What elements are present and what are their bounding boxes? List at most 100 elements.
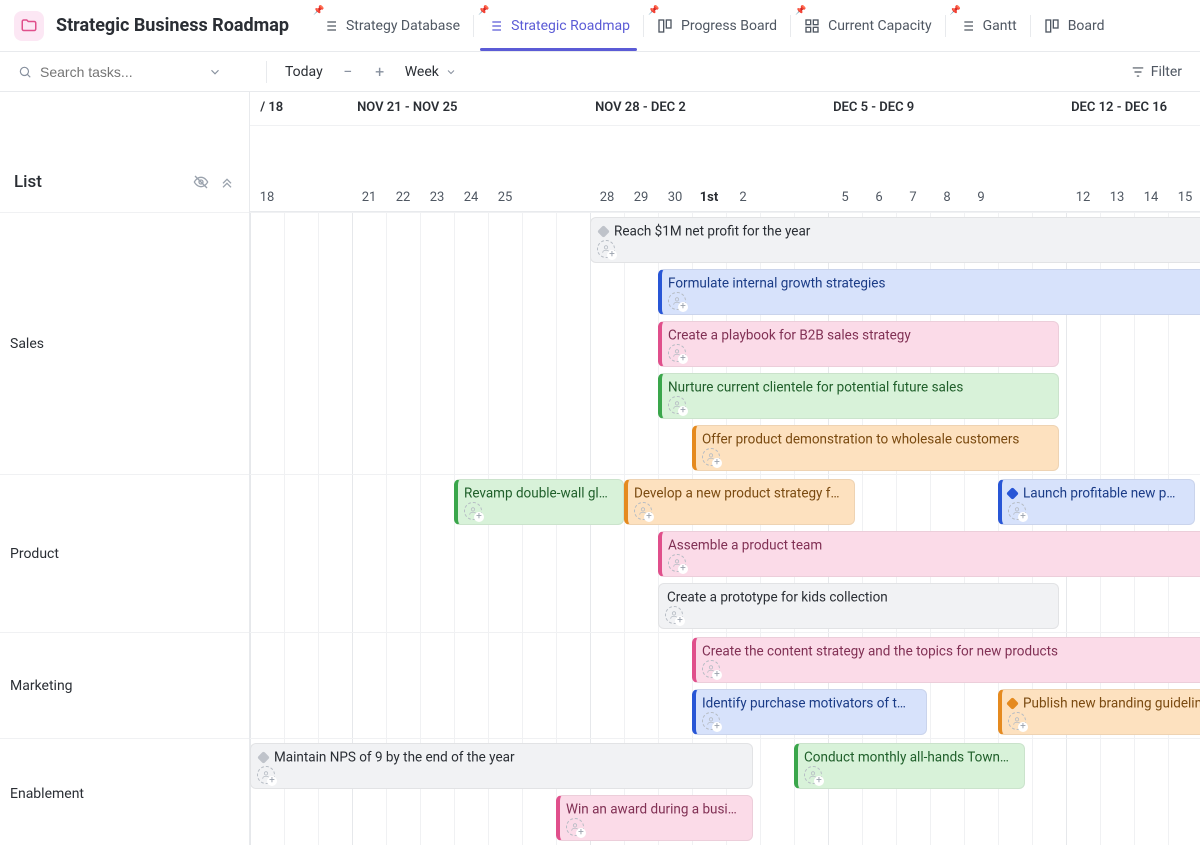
task-label: Revamp double-wall gl…	[464, 485, 608, 501]
assignee-add-icon[interactable]	[1008, 502, 1026, 520]
task-bar[interactable]: Conduct monthly all-hands Town…	[794, 743, 1025, 789]
task-label: Develop a new product strategy f…	[634, 485, 840, 501]
assignee-add-icon[interactable]	[566, 818, 584, 836]
plus-button[interactable]: +	[373, 62, 387, 81]
assignee-add-icon[interactable]	[597, 240, 615, 258]
day-label: 13	[1100, 190, 1134, 205]
task-bar[interactable]: Create the content strategy and the topi…	[692, 637, 1200, 683]
week-label: NOV 21 - NOV 25	[357, 100, 457, 115]
search-icon	[18, 65, 32, 79]
task-bar[interactable]: Revamp double-wall gl…	[454, 479, 624, 525]
tab-board[interactable]: Board	[1031, 0, 1118, 51]
assignee-add-icon[interactable]	[668, 396, 686, 414]
task-bar[interactable]: Maintain NPS of 9 by the end of the year	[250, 743, 753, 789]
board-icon	[657, 18, 673, 34]
tab-label: Gantt	[983, 18, 1017, 34]
tab-progress[interactable]: 📌 Progress Board	[644, 0, 790, 51]
filter-label: Filter	[1151, 64, 1182, 80]
task-bar[interactable]: Nurture current clientele for potential …	[658, 373, 1059, 419]
assignee-add-icon[interactable]	[668, 292, 686, 310]
task-label: Identify purchase motivators of t…	[702, 695, 906, 711]
assignee-add-icon[interactable]	[702, 660, 720, 678]
assignee-add-icon[interactable]	[634, 502, 652, 520]
tab-label: Strategy Database	[346, 18, 460, 34]
task-bar[interactable]: Identify purchase motivators of t…	[692, 689, 927, 735]
task-bar[interactable]: Develop a new product strategy f…	[624, 479, 855, 525]
day-label: 15	[1168, 190, 1200, 205]
assignee-add-icon[interactable]	[257, 766, 275, 784]
task-bar[interactable]: Reach $1M net profit for the year	[590, 217, 1200, 263]
tab-label: Current Capacity	[828, 18, 932, 34]
assignee-add-icon[interactable]	[668, 344, 686, 362]
tab-roadmap[interactable]: 📌 Strategic Roadmap	[474, 0, 643, 51]
task-bar[interactable]: Offer product demonstration to wholesale…	[692, 425, 1059, 471]
assignee-add-icon[interactable]	[804, 766, 822, 784]
assignee-add-icon[interactable]	[464, 502, 482, 520]
sidebar: List SalesProductMarketingEnablement	[0, 92, 250, 845]
pin-icon: 📌	[478, 6, 489, 16]
list-icon	[487, 18, 503, 34]
assignee-add-icon[interactable]	[702, 448, 720, 466]
pin-icon: 📌	[648, 6, 659, 16]
day-label: 25	[488, 190, 522, 205]
day-label: 9	[964, 190, 998, 205]
task-label: Assemble a product team	[668, 537, 822, 553]
minus-button[interactable]: −	[341, 62, 355, 81]
task-label: Create the content strategy and the topi…	[702, 643, 1058, 659]
grid-icon	[804, 18, 820, 34]
week-label: / 18	[260, 100, 283, 115]
eye-off-icon[interactable]	[193, 174, 209, 190]
page-title: Strategic Business Roadmap	[56, 15, 289, 36]
task-label: Win an award during a busi…	[566, 801, 737, 817]
task-label: Reach $1M net profit for the year	[614, 223, 810, 239]
day-label: 24	[454, 190, 488, 205]
assignee-add-icon[interactable]	[665, 606, 683, 624]
filter-button[interactable]: Filter	[1131, 64, 1182, 80]
tab-gantt[interactable]: 📌Gantt	[946, 0, 1030, 51]
task-label: Create a prototype for kids collection	[667, 589, 888, 605]
chevron-down-icon	[445, 66, 457, 78]
task-bar[interactable]: Create a prototype for kids collection	[658, 583, 1059, 629]
pin-icon: 📌	[795, 6, 806, 16]
tab-label: Strategic Roadmap	[511, 18, 630, 34]
status-dot-icon	[257, 751, 270, 764]
task-bar[interactable]: Create a playbook for B2B sales strategy	[658, 321, 1059, 367]
tab-strategy-db[interactable]: 📌Strategy Database	[309, 0, 473, 51]
chevron-down-icon[interactable]	[208, 65, 222, 79]
group-label: Marketing	[0, 632, 249, 738]
tab-capacity[interactable]: 📌 Current Capacity	[791, 0, 945, 51]
timeline-grid[interactable]: Reach $1M net profit for the year Formula…	[250, 212, 1200, 845]
folder-icon	[14, 11, 44, 41]
task-bar[interactable]: Formulate internal growth strategies	[658, 269, 1200, 315]
view-tabs: 📌Strategy Database📌Strategic Roadmap📌Pro…	[309, 0, 1190, 51]
day-label: 22	[386, 190, 420, 205]
status-dot-icon	[1006, 487, 1019, 500]
assignee-add-icon[interactable]	[702, 712, 720, 730]
task-bar[interactable]: Win an award during a busi…	[556, 795, 753, 841]
task-label: Offer product demonstration to wholesale…	[702, 431, 1019, 447]
week-label: DEC 12 - DEC 16	[1071, 100, 1167, 115]
group-row: Reach $1M net profit for the year Formula…	[250, 212, 1200, 474]
group-label: Product	[0, 474, 249, 632]
day-label: 5	[828, 190, 862, 205]
day-label: 30	[658, 190, 692, 205]
today-button[interactable]: Today	[285, 64, 323, 80]
assignee-add-icon[interactable]	[1008, 712, 1026, 730]
task-bar[interactable]: Publish new branding guidelines f…	[998, 689, 1200, 735]
assignee-add-icon[interactable]	[668, 554, 686, 572]
search-input-wrap[interactable]	[18, 64, 248, 80]
timeline-header: / 18NOV 21 - NOV 25NOV 28 - DEC 2DEC 5 -…	[250, 92, 1200, 212]
search-input[interactable]	[40, 64, 200, 80]
week-label: DEC 5 - DEC 9	[833, 100, 914, 115]
tab-label: Progress Board	[681, 18, 777, 34]
timeline[interactable]: / 18NOV 21 - NOV 25NOV 28 - DEC 2DEC 5 -…	[250, 92, 1200, 845]
collapse-icon[interactable]	[219, 174, 235, 190]
task-bar[interactable]: Launch profitable new p…	[998, 479, 1195, 525]
list-header: List	[0, 152, 249, 212]
task-bar[interactable]: Assemble a product team	[658, 531, 1200, 577]
day-label: 14	[1134, 190, 1168, 205]
zoom-select[interactable]: Week	[405, 64, 457, 80]
task-label: Publish new branding guidelines f…	[1023, 695, 1200, 711]
separator	[266, 61, 267, 83]
tab-label: Board	[1068, 18, 1105, 34]
